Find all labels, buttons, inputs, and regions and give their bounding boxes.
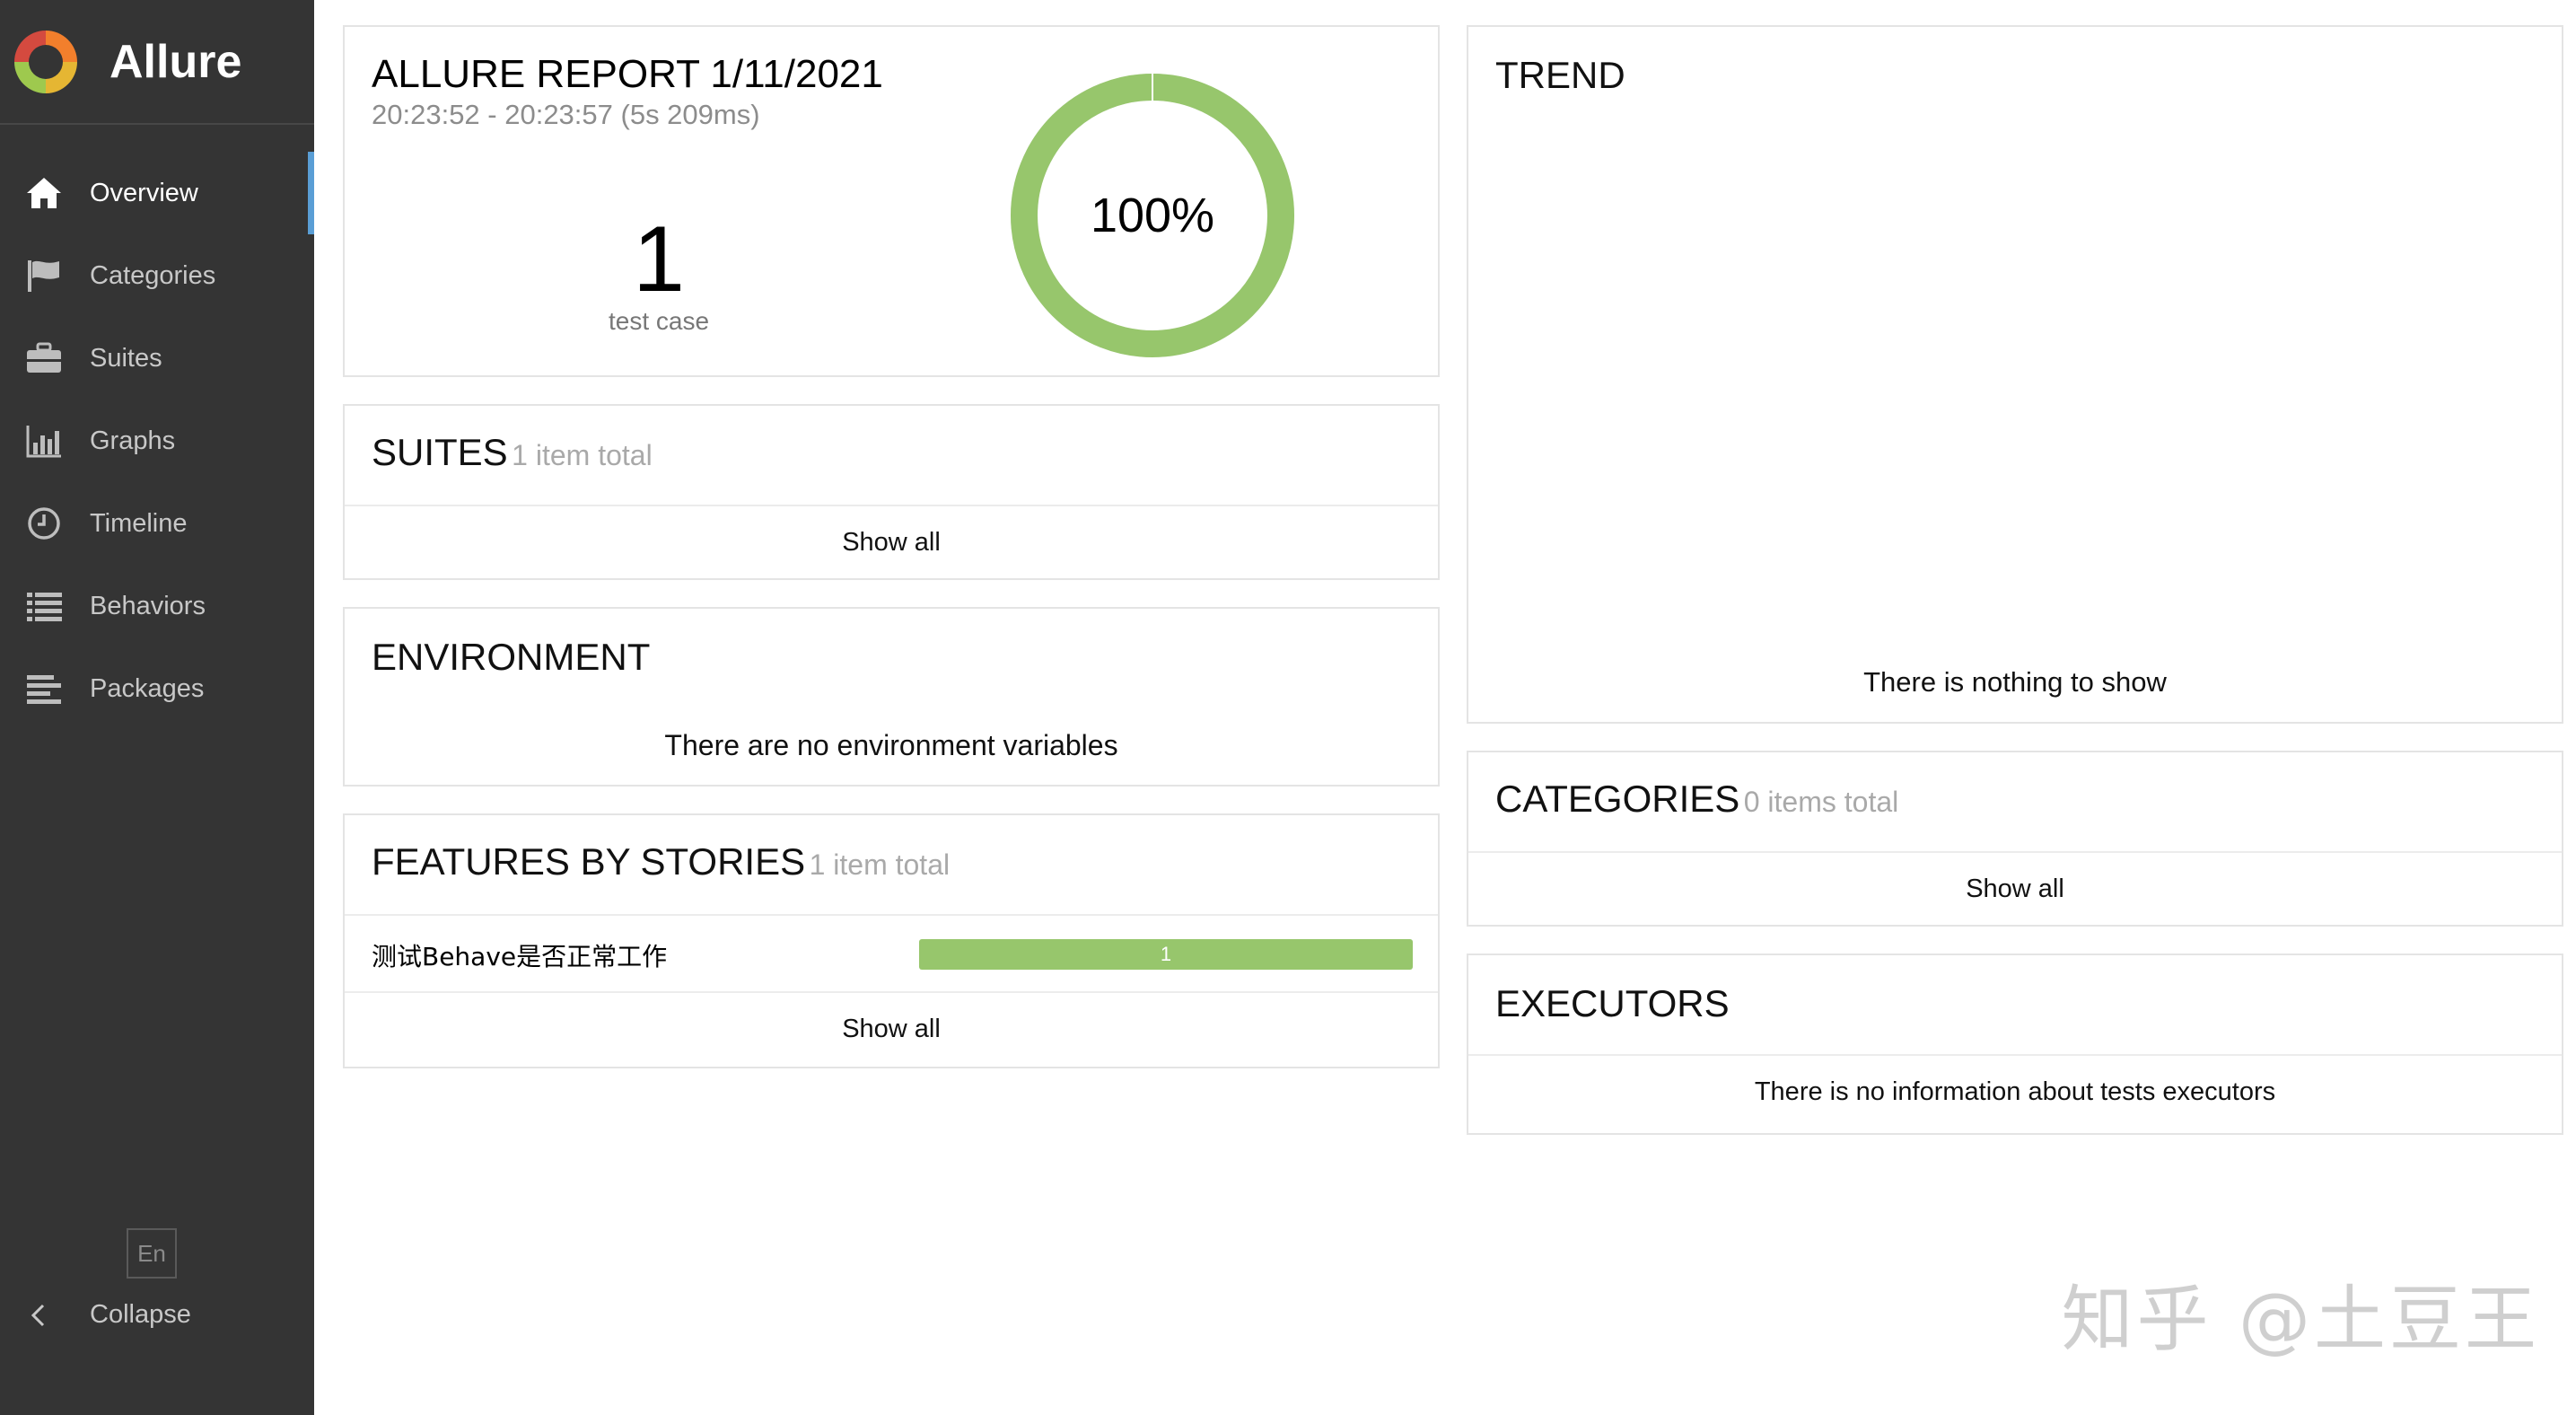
sidebar-item-label: Graphs	[90, 426, 176, 455]
suites-show-all-link[interactable]: Show all	[345, 528, 1438, 558]
align-left-icon	[23, 671, 65, 707]
sidebar-item-label: Timeline	[90, 508, 188, 538]
list-icon	[23, 588, 65, 624]
environment-message: There are no environment variables	[664, 729, 1118, 761]
suites-title: SUITES	[372, 431, 508, 473]
sidebar-item-label: Categories	[90, 260, 216, 290]
sidebar-item-suites[interactable]: Suites	[0, 317, 314, 400]
sidebar-item-label: Overview	[90, 178, 198, 207]
success-rate-label: 100%	[1090, 189, 1215, 242]
clock-icon	[23, 505, 65, 541]
feature-name: 测试Behave是否正常工作	[372, 942, 668, 971]
collapse-label: Collapse	[90, 1300, 191, 1329]
sidebar-item-label: Behaviors	[90, 591, 206, 620]
executors-widget: EXECUTORS There is no information about …	[1467, 954, 2563, 1135]
test-case-label: test case	[608, 307, 710, 335]
flag-icon	[23, 258, 65, 294]
sidebar-item-graphs[interactable]: Graphs	[0, 400, 314, 482]
executors-title: EXECUTORS	[1495, 982, 1730, 1024]
categories-widget: CATEGORIES 0 items total Show all	[1467, 751, 2563, 927]
sidebar-nav: Overview Categories Suites Graphs Timeli…	[0, 152, 314, 730]
brand[interactable]: Allure	[0, 0, 314, 125]
test-case-count: 1	[633, 207, 685, 312]
collapse-button[interactable]: Collapse	[27, 1300, 191, 1330]
features-count: 1 item total	[809, 848, 951, 881]
suites-widget: SUITES 1 item total Show all	[343, 404, 1440, 580]
feature-row[interactable]: 测试Behave是否正常工作 1	[345, 916, 1438, 991]
watermark: 知乎 @土豆王	[2061, 1278, 2540, 1361]
sidebar-item-label: Packages	[90, 673, 205, 703]
feature-passed-bar: 1	[919, 939, 1413, 970]
features-title: FEATURES BY STORIES	[372, 840, 806, 883]
bar-chart-icon	[23, 423, 65, 459]
sidebar-item-packages[interactable]: Packages	[0, 647, 314, 730]
language-switch[interactable]: En	[127, 1228, 177, 1279]
report-duration: 20:23:52 - 20:23:57 (5s 209ms)	[372, 99, 760, 130]
categories-title: CATEGORIES	[1495, 778, 1740, 820]
report-title: ALLURE REPORT 1/11/2021	[372, 52, 883, 96]
home-icon	[23, 175, 65, 211]
divider	[345, 991, 1438, 993]
features-widget: FEATURES BY STORIES 1 item total 测试Behav…	[343, 813, 1440, 1068]
sidebar-item-categories[interactable]: Categories	[0, 234, 314, 317]
trend-widget: TREND There is nothing to show	[1467, 25, 2563, 724]
divider	[1468, 1054, 2562, 1056]
trend-empty-message: There is nothing to show	[1863, 666, 2167, 698]
briefcase-icon	[23, 340, 65, 376]
features-show-all-link[interactable]: Show all	[345, 1015, 1438, 1044]
sidebar: Allure Overview Categories Suites Graphs	[0, 0, 314, 1415]
divider	[1468, 851, 2562, 853]
environment-title: ENVIRONMENT	[372, 636, 651, 678]
allure-logo-icon	[14, 30, 77, 93]
chevron-left-icon	[31, 1304, 45, 1326]
summary-widget: ALLURE REPORT 1/11/2021 20:23:52 - 20:23…	[343, 25, 1440, 377]
categories-show-all-link[interactable]: Show all	[1468, 874, 2562, 904]
divider	[345, 505, 1438, 506]
trend-title: TREND	[1495, 54, 1625, 96]
sidebar-item-timeline[interactable]: Timeline	[0, 482, 314, 565]
sidebar-item-behaviors[interactable]: Behaviors	[0, 565, 314, 647]
executors-message: There is no information about tests exec…	[1754, 1077, 2276, 1106]
environment-widget: ENVIRONMENT There are no environment var…	[343, 607, 1440, 787]
categories-count: 0 items total	[1743, 786, 1899, 818]
sidebar-item-label: Suites	[90, 343, 162, 373]
sidebar-item-overview[interactable]: Overview	[0, 152, 314, 234]
brand-name: Allure	[110, 35, 242, 88]
suites-count: 1 item total	[512, 439, 653, 471]
